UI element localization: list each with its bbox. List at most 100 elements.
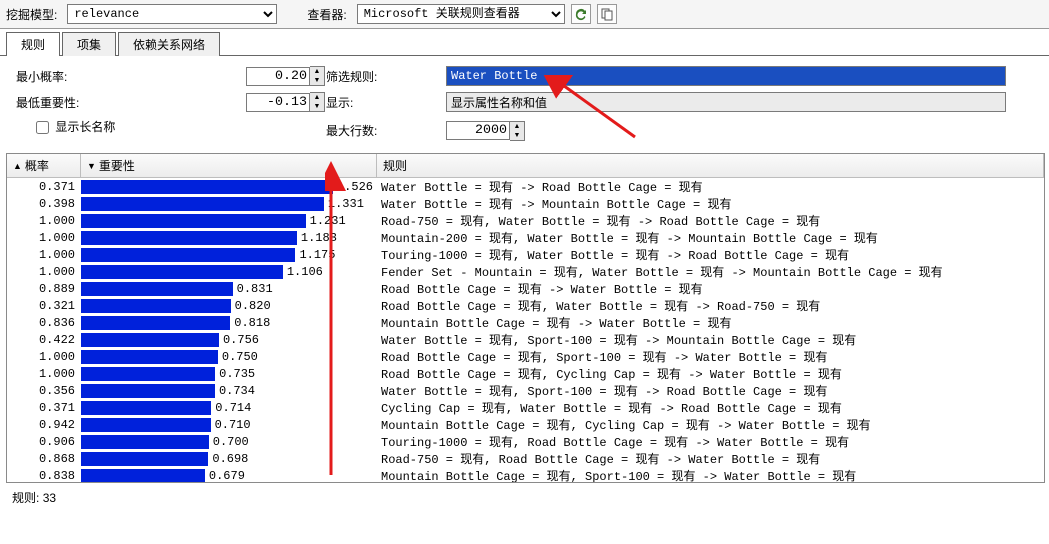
imp-value: 1.183 (301, 231, 337, 245)
tab-bar: 规则 项集 依赖关系网络 (0, 29, 1049, 56)
cell-rule: Road Bottle Cage = 现有 -> Water Bottle = … (377, 280, 1044, 297)
table-row[interactable]: 1.0000.750Road Bottle Cage = 现有, Sport-1… (7, 348, 1044, 365)
imp-value: 0.818 (234, 316, 270, 330)
cell-imp: 0.820 (81, 299, 377, 313)
tab-depnet[interactable]: 依赖关系网络 (118, 32, 220, 56)
viewer-label: 查看器: (307, 6, 346, 23)
min-imp-down[interactable]: ▼ (310, 102, 324, 111)
imp-value: 1.331 (328, 197, 364, 211)
cell-rule: Road-750 = 现有, Road Bottle Cage = 现有 -> … (377, 450, 1044, 467)
cell-imp: 0.710 (81, 418, 377, 432)
table-row[interactable]: 0.3711.526Water Bottle = 现有 -> Road Bott… (7, 178, 1044, 195)
display-label: 显示: (326, 94, 446, 111)
main-toolbar: 挖掘模型: relevance 查看器: Microsoft 关联规则查看器 (0, 0, 1049, 29)
cell-imp: 0.714 (81, 401, 377, 415)
imp-value: 0.700 (213, 435, 249, 449)
col-header-prob[interactable]: ▲ 概率 (7, 154, 81, 177)
table-row[interactable]: 1.000 0.735 Road Bottle Cage = 现有, Cycling… (7, 365, 1044, 382)
table-row[interactable]: 0.868 0.698 Road-750 = 现有, Road Bottle Cag… (7, 450, 1044, 467)
cell-prob: 0.836 (7, 316, 81, 330)
filter-rule-combo[interactable] (446, 66, 1006, 86)
imp-value: 0.698 (212, 452, 248, 466)
display-combo[interactable] (446, 92, 1006, 112)
imp-value: 0.831 (237, 282, 273, 296)
importance-bar (81, 384, 215, 398)
importance-bar (81, 299, 231, 313)
table-row[interactable]: 0.8890.831Road Bottle Cage = 现有 -> Water… (7, 280, 1044, 297)
importance-bar (81, 248, 295, 262)
cell-prob: 0.422 (7, 333, 81, 347)
grid-body[interactable]: 0.3711.526Water Bottle = 现有 -> Road Bott… (7, 178, 1044, 482)
cell-rule: Touring-1000 = 现有, Water Bottle = 现有 -> … (377, 246, 1044, 263)
copy-icon[interactable] (597, 4, 617, 24)
importance-bar (81, 435, 209, 449)
mining-model-dropdown[interactable]: relevance (67, 4, 277, 24)
col-header-imp[interactable]: ▼ 重要性 (81, 154, 377, 177)
max-rows-down[interactable]: ▼ (510, 131, 524, 140)
imp-value: 1.175 (299, 248, 335, 262)
cell-rule: Water Bottle = 现有 -> Road Bottle Cage = … (377, 178, 1044, 195)
cell-imp: 1.231 (81, 214, 377, 228)
cell-imp: 1.331 (81, 197, 377, 211)
table-row[interactable]: 0.3560.734Water Bottle = 现有, Sport-100 =… (7, 382, 1044, 399)
table-row[interactable]: 1.0001.183Mountain-200 = 现有, Water Bottl… (7, 229, 1044, 246)
importance-bar (81, 469, 205, 483)
imp-value: 0.735 (219, 367, 255, 381)
min-imp-input[interactable] (246, 93, 310, 112)
viewer-dropdown[interactable]: Microsoft 关联规则查看器 (357, 4, 565, 24)
col-header-rule-label: 规则 (383, 157, 407, 174)
filter-panel: 最小概率: ▲▼ 筛选规则: 最低重要性: ▲▼ 显示: 显示长名称 最大行数:… (0, 56, 1049, 151)
importance-bar (81, 333, 219, 347)
max-rows-up[interactable]: ▲ (510, 122, 524, 131)
tab-itemsets[interactable]: 项集 (62, 32, 116, 56)
cell-prob: 0.838 (7, 469, 81, 483)
rules-grid: ▲ 概率 ▼ 重要性 规则 0.3711.526Water Bottle = 现… (6, 153, 1045, 483)
cell-rule: Road Bottle Cage = 现有, Sport-100 = 现有 ->… (377, 348, 1044, 365)
importance-bar (81, 316, 230, 330)
cell-rule: Cycling Cap = 现有, Water Bottle = 现有 -> R… (377, 399, 1044, 416)
table-row[interactable]: 1.000 1.106 Fender Set - Mountain = 现有, Wa… (7, 263, 1044, 280)
table-row[interactable]: 0.4220.756Water Bottle = 现有, Sport-100 =… (7, 331, 1044, 348)
imp-value: 1.231 (310, 214, 346, 228)
max-rows-input[interactable] (446, 121, 510, 140)
cell-rule: Mountain Bottle Cage = 现有, Sport-100 = 现… (377, 467, 1044, 482)
table-row[interactable]: 0.3981.331Water Bottle = 现有 -> Mountain … (7, 195, 1044, 212)
cell-prob: 1.000 (7, 265, 81, 279)
table-row[interactable]: 1.0001.175Touring-1000 = 现有, Water Bottl… (7, 246, 1044, 263)
min-imp-up[interactable]: ▲ (310, 93, 324, 102)
cell-prob: 1.000 (7, 367, 81, 381)
cell-prob: 0.868 (7, 452, 81, 466)
col-header-rule[interactable]: 规则 (377, 154, 1044, 177)
cell-imp: 0.750 (81, 350, 377, 364)
cell-rule: Road Bottle Cage = 现有, Cycling Cap = 现有 … (377, 365, 1044, 382)
imp-value: 0.734 (219, 384, 255, 398)
cell-prob: 0.371 (7, 180, 81, 194)
refresh-icon[interactable] (571, 4, 591, 24)
tab-rules[interactable]: 规则 (6, 32, 60, 56)
filter-rule-label: 筛选规则: (326, 68, 446, 85)
table-row[interactable]: 0.8360.818Mountain Bottle Cage = 现有 -> W… (7, 314, 1044, 331)
imp-value: 0.756 (223, 333, 259, 347)
table-row[interactable]: 0.3710.714Cycling Cap = 现有, Water Bottle… (7, 399, 1044, 416)
cell-rule: Fender Set - Mountain = 现有, Water Bottle… (377, 263, 1044, 280)
table-row[interactable]: 0.838 0.679 Mountain Bottle Cage = 现有, Spo… (7, 467, 1044, 482)
table-row[interactable]: 0.3210.820Road Bottle Cage = 现有, Water B… (7, 297, 1044, 314)
cell-rule: Mountain-200 = 现有, Water Bottle = 现有 -> … (377, 229, 1044, 246)
cell-imp: 0.735 (81, 367, 377, 381)
min-prob-up[interactable]: ▲ (310, 67, 324, 76)
cell-imp: 1.526 (81, 180, 377, 194)
table-row[interactable]: 0.9060.700Touring-1000 = 现有, Road Bottle… (7, 433, 1044, 450)
imp-value: 1.106 (287, 265, 323, 279)
table-row[interactable]: 1.0001.231Road-750 = 现有, Water Bottle = … (7, 212, 1044, 229)
min-prob-input[interactable] (246, 67, 310, 86)
min-prob-down[interactable]: ▼ (310, 76, 324, 85)
tab-depnet-label: 依赖关系网络 (133, 38, 205, 52)
importance-bar (81, 180, 333, 194)
long-name-checkbox[interactable] (36, 121, 49, 134)
cell-prob: 0.398 (7, 197, 81, 211)
sort-desc-icon: ▼ (87, 161, 96, 171)
status-count: 33 (43, 491, 56, 505)
table-row[interactable]: 0.9420.710Mountain Bottle Cage = 现有, Cyc… (7, 416, 1044, 433)
imp-value: 0.679 (209, 469, 245, 483)
cell-imp: 0.756 (81, 333, 377, 347)
